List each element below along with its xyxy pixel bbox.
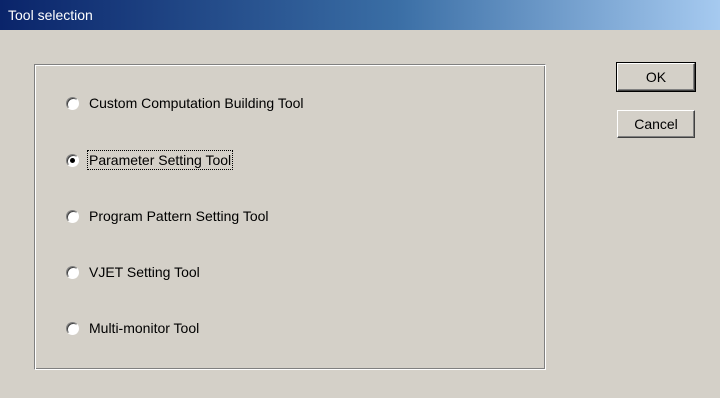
title-bar[interactable]: Tool selection (0, 0, 720, 30)
option-label: Custom Computation Building Tool (89, 95, 304, 111)
option-label: Multi-monitor Tool (89, 320, 200, 336)
option-label: Parameter Setting Tool (86, 150, 234, 170)
radio-button[interactable] (66, 96, 79, 110)
option-label: VJET Setting Tool (89, 264, 200, 280)
ok-button[interactable]: OK (616, 62, 696, 92)
tool-selection-dialog: Tool selection Custom Computation Buildi… (0, 0, 720, 398)
cancel-button[interactable]: Cancel (617, 110, 695, 138)
radio-button-selected[interactable] (66, 153, 79, 167)
radio-button[interactable] (66, 265, 79, 279)
option-label: Program Pattern Setting Tool (89, 208, 269, 224)
radio-button[interactable] (66, 209, 79, 223)
option-multi-monitor-tool[interactable]: Multi-monitor Tool (66, 318, 199, 338)
option-parameter-setting-tool[interactable]: Parameter Setting Tool (66, 150, 234, 170)
radio-button[interactable] (66, 321, 79, 335)
option-vjet-setting-tool[interactable]: VJET Setting Tool (66, 262, 200, 282)
option-program-pattern-setting-tool[interactable]: Program Pattern Setting Tool (66, 206, 269, 226)
option-custom-computation-building-tool[interactable]: Custom Computation Building Tool (66, 93, 304, 113)
window-title: Tool selection (8, 7, 93, 23)
